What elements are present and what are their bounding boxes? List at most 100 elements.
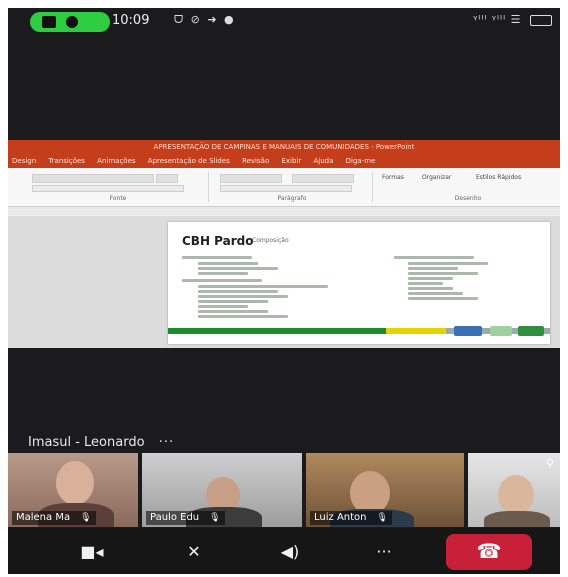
person-icon	[66, 16, 78, 28]
more-icon: ···	[376, 542, 392, 561]
shapes-button: Formas	[382, 174, 404, 181]
battery-icon	[530, 14, 552, 26]
ppt-tab: Ajuda	[313, 157, 334, 165]
slide-text-line	[198, 262, 258, 265]
slide-text-line	[198, 315, 288, 318]
slide-footer-yellow	[386, 328, 446, 334]
slide-text-line	[198, 267, 278, 270]
quick-styles-button: Estilos Rápidos	[476, 174, 522, 181]
participant-name: Luiz Anton	[314, 512, 367, 523]
participant-label: Luiz Anton 🎙︎	[310, 511, 392, 525]
ongoing-call-pill[interactable]	[30, 12, 110, 32]
slide-footer-green	[168, 328, 386, 334]
slide-text-line	[408, 287, 453, 290]
ribbon-group-font: Fonte	[28, 172, 209, 202]
slide-logo	[518, 326, 544, 336]
ppt-tab: Revisão	[242, 157, 270, 165]
participant-tile[interactable]: Luiz Anton 🎙︎	[306, 453, 464, 527]
participant-strip[interactable]: Malena Ma 🎙︎ Paulo Edu 🎙︎ Luiz Anton 🎙︎ ⚲	[8, 453, 560, 527]
mic-off-icon: 🎙︎	[376, 513, 388, 523]
signal-icons: ᵞᴵᴵᴵ ᵞᴵᴵᴵ ☰	[473, 13, 522, 26]
slide-canvas: CBH Pardo Composição	[8, 216, 560, 348]
slide-text-line	[198, 310, 268, 313]
participant-name: Malena Ma	[16, 512, 71, 523]
more-button[interactable]: ···	[364, 538, 404, 566]
slide-text-line	[198, 305, 248, 308]
ppt-tab: Animações	[97, 157, 136, 165]
font-format-buttons	[32, 185, 184, 192]
participant-label: Paulo Edu 🎙︎	[146, 511, 225, 525]
camera-button[interactable]: ■◂	[72, 538, 112, 566]
ppt-tab: Apresentação de Slides	[147, 157, 230, 165]
ppt-tab: Diga-me	[345, 157, 376, 165]
slide-text-line	[198, 272, 248, 275]
indent-buttons	[292, 174, 354, 183]
slide-text-line	[408, 272, 478, 275]
slide-text-line	[182, 279, 262, 282]
mic-off-icon: ✕	[187, 542, 201, 561]
slide-text-line	[408, 277, 453, 280]
slide-text-line	[408, 267, 458, 270]
slide-text-line	[182, 256, 252, 259]
slide-subtitle: Composição	[252, 237, 289, 244]
speaker-button[interactable]: ◀)	[270, 538, 310, 566]
slide-text-line	[394, 256, 474, 259]
ppt-ribbon-tabs: Design Transições Animações Apresentação…	[8, 154, 560, 168]
ppt-ruler	[8, 207, 560, 215]
participant-body	[484, 511, 550, 527]
slide-text-line	[408, 262, 488, 265]
notification-icons: ᗜ ⊘ ➜ ●	[174, 13, 236, 26]
participant-face	[56, 461, 94, 505]
participant-tile[interactable]: ⚲	[468, 453, 560, 527]
ribbon-group-paragraph: Parágrafo	[212, 172, 373, 202]
signal-wifi-battery: ᵞᴵᴵᴵ ᵞᴵᴵᴵ ☰	[473, 13, 552, 26]
slide-text-line	[198, 300, 268, 303]
participant-name: Paulo Edu	[150, 512, 200, 523]
slide: CBH Pardo Composição	[168, 222, 550, 344]
slide-text-line	[198, 295, 288, 298]
more-options-icon[interactable]: ···	[159, 435, 174, 450]
mic-off-icon: 🎙︎	[80, 513, 92, 523]
slide-text-line	[408, 282, 443, 285]
active-speaker-chip[interactable]: Imasul - Leonardo ···	[28, 432, 174, 454]
font-size-box	[156, 174, 178, 183]
list-buttons	[220, 174, 282, 183]
participant-tile[interactable]: Malena Ma 🎙︎	[8, 453, 138, 527]
call-controls: ■◂ ✕ ◀) ··· ☎	[8, 528, 560, 574]
active-speaker-name: Imasul - Leonardo	[28, 435, 145, 450]
align-buttons	[220, 185, 352, 192]
video-call-icon	[42, 16, 56, 28]
ppt-tab: Design	[12, 157, 37, 165]
participants-icon[interactable]: ⚲	[546, 457, 554, 470]
ribbon-group-label: Fonte	[109, 195, 127, 202]
ribbon-group-label: Desenho	[454, 195, 482, 202]
status-bar: 10:09 ᗜ ⊘ ➜ ● ᵞᴵᴵᴵ ᵞᴵᴵᴵ ☰	[8, 8, 560, 36]
slide-logo	[490, 326, 512, 336]
end-call-icon: ☎	[476, 539, 502, 563]
slide-text-line	[198, 290, 278, 293]
clock: 10:09	[112, 13, 150, 28]
ribbon-group-label: Parágrafo	[277, 195, 307, 202]
slide-text-line	[408, 297, 478, 300]
slide-text-line	[198, 285, 328, 288]
camera-icon: ■◂	[80, 542, 104, 561]
participant-face	[498, 475, 534, 515]
participant-tile[interactable]: Paulo Edu 🎙︎	[142, 453, 302, 527]
arrange-button: Organizar	[422, 174, 452, 181]
speaker-icon: ◀)	[280, 542, 300, 561]
shared-screen: APRESENTAÇÃO DE CAMPINAS E MANUAIS DE CO…	[8, 140, 560, 348]
participant-label: Malena Ma 🎙︎	[12, 511, 96, 525]
end-call-button[interactable]: ☎	[446, 534, 532, 570]
ppt-tab: Transições	[48, 157, 85, 165]
ribbon-group-drawing: Formas Organizar Estilos Rápidos Desenho	[376, 172, 560, 202]
ppt-ribbon: Fonte Parágrafo Formas Organizar Estilos…	[8, 168, 560, 207]
ppt-window-title: APRESENTAÇÃO DE CAMPINAS E MANUAIS DE CO…	[8, 140, 560, 154]
slide-title: CBH Pardo	[182, 234, 254, 248]
phone-screen: 10:09 ᗜ ⊘ ➜ ● ᵞᴵᴵᴵ ᵞᴵᴵᴵ ☰ APRESENTAÇÃO D…	[8, 8, 560, 574]
ppt-tab: Exibir	[281, 157, 302, 165]
mic-off-icon: 🎙︎	[209, 513, 221, 523]
mic-toggle-button[interactable]: ✕	[174, 538, 214, 566]
slide-logo	[454, 326, 482, 336]
slide-text-line	[408, 292, 463, 295]
font-name-box	[32, 174, 154, 183]
